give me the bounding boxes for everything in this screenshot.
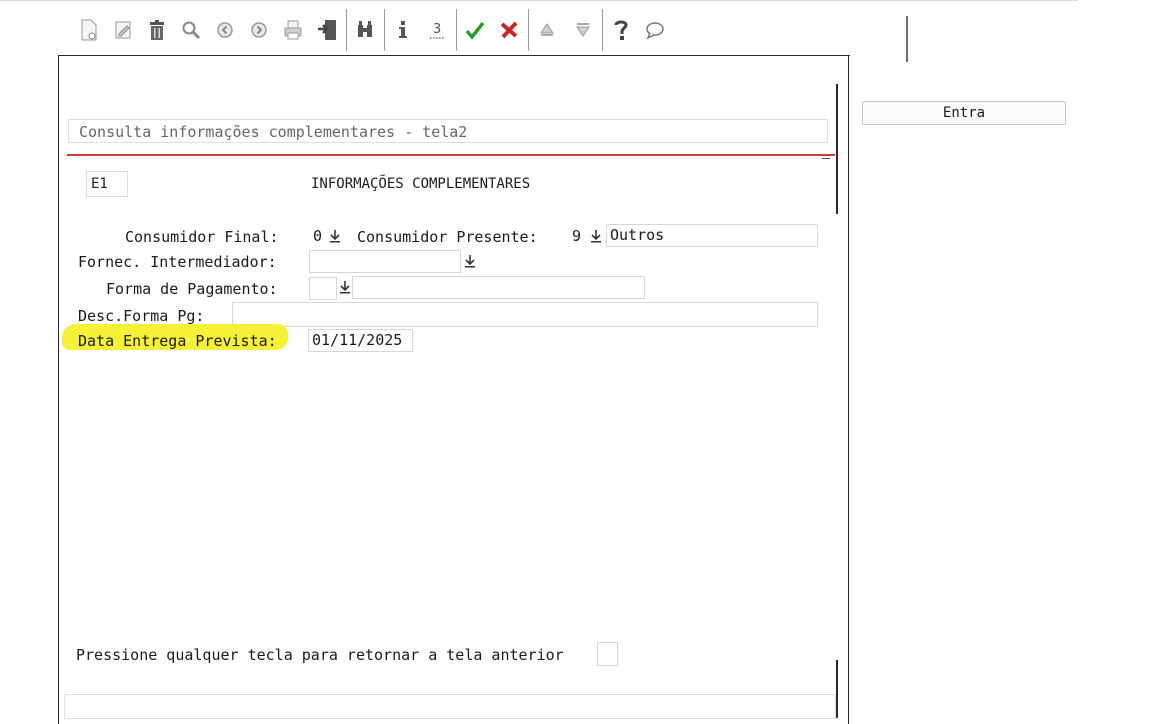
- consumidor-final-label: Consumidor Final:: [125, 228, 279, 246]
- fornec-dropdown-icon[interactable]: [464, 254, 476, 268]
- screen-code: E1: [86, 171, 128, 197]
- consumidor-presente-field[interactable]: 9: [568, 225, 586, 248]
- return-prompt: Pressione qualquer tecla para retornar a…: [76, 646, 564, 664]
- fornec-intermediador-label: Fornec. Intermediador:: [78, 253, 277, 271]
- title-separator: [67, 154, 835, 156]
- comment-icon[interactable]: [642, 16, 668, 44]
- data-entrega-field[interactable]: 01/11/2025: [308, 329, 413, 352]
- frame-border: [58, 55, 59, 724]
- down-icon[interactable]: [570, 16, 596, 44]
- new-document-icon[interactable]: [76, 16, 102, 44]
- frame-border: [836, 660, 838, 718]
- consumidor-presente-desc: Outros: [606, 224, 818, 247]
- toolbar-separator: [346, 9, 347, 51]
- toolbar-separator: [602, 9, 603, 51]
- search-icon[interactable]: [178, 16, 204, 44]
- exit-icon[interactable]: [314, 16, 340, 44]
- return-key-input[interactable]: [597, 642, 618, 666]
- cancel-icon[interactable]: [496, 16, 522, 44]
- desc-forma-pg-field[interactable]: [232, 302, 818, 327]
- fornec-intermediador-field[interactable]: [309, 250, 461, 273]
- svg-text:3: 3: [433, 22, 441, 37]
- section-header: INFORMAÇÕES COMPLEMENTARES: [311, 176, 531, 192]
- separator-mark: [822, 158, 830, 159]
- toolbar-separator: [528, 9, 529, 51]
- up-icon[interactable]: [534, 16, 560, 44]
- frame-border: [848, 55, 849, 724]
- confirm-icon[interactable]: [462, 16, 488, 44]
- consumidor-final-dropdown-icon[interactable]: [329, 229, 341, 243]
- forma-pagamento-label: Forma de Pagamento:: [106, 280, 278, 298]
- top-border: [0, 0, 1078, 1]
- toolbar-separator: [384, 9, 385, 51]
- desc-forma-pg-label: Desc.Forma Pg:: [78, 307, 205, 325]
- status-bar: [64, 694, 836, 719]
- entra-button[interactable]: Entra: [862, 101, 1066, 125]
- frame-border: [58, 55, 850, 56]
- print-icon[interactable]: [280, 16, 306, 44]
- toolbar: 3: [58, 8, 908, 62]
- next-icon[interactable]: [246, 16, 272, 44]
- consumidor-final-field[interactable]: 0: [309, 225, 327, 248]
- screen-title: Consulta informações complementares - te…: [68, 119, 828, 143]
- data-entrega-label: Data Entrega Prevista:: [78, 332, 277, 350]
- consumidor-presente-dropdown-icon[interactable]: [590, 229, 602, 243]
- binoculars-icon[interactable]: [352, 16, 378, 44]
- consumidor-presente-label: Consumidor Presente:: [357, 228, 538, 246]
- forma-pagamento-desc: [352, 276, 645, 299]
- edit-icon[interactable]: [110, 16, 136, 44]
- previous-icon[interactable]: [212, 16, 238, 44]
- calendar-icon[interactable]: 3: [424, 16, 450, 44]
- forma-pagamento-field[interactable]: [309, 277, 337, 300]
- toolbar-separator: [456, 9, 457, 51]
- frame-border: [836, 84, 838, 214]
- help-icon[interactable]: [608, 16, 634, 44]
- trash-icon[interactable]: [144, 16, 170, 44]
- forma-pagamento-dropdown-icon[interactable]: [339, 280, 351, 294]
- info-icon[interactable]: [390, 16, 416, 44]
- toolbar-edge: [906, 16, 908, 62]
